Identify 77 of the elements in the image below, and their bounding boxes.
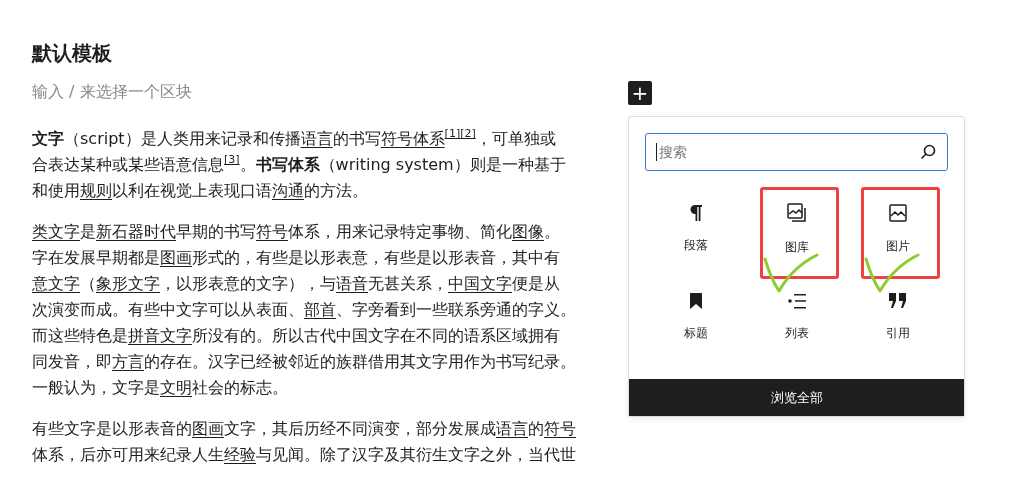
text-run: 一般认为，文字是 — [32, 377, 160, 399]
text-run: 无甚关系， — [368, 273, 448, 295]
text-run: （ — [80, 273, 96, 295]
footnote-link[interactable]: [3] — [224, 147, 240, 173]
text-run: 与见闻。除了汉字及其衍生文字之外，当代世 — [256, 444, 576, 466]
link[interactable]: 符号 — [544, 416, 576, 442]
text-run: 的方法。 — [304, 180, 368, 202]
link[interactable]: 经验 — [224, 442, 256, 468]
text-run: 早期的书写 — [176, 221, 256, 243]
link[interactable]: 新石器时代 — [96, 219, 176, 245]
footnote-link[interactable]: [2] — [460, 121, 476, 147]
text-run: 有些文字是以形表音的 — [32, 418, 192, 440]
text-run: 的 — [528, 418, 544, 440]
link[interactable]: 语言 — [300, 126, 333, 152]
gallery-icon — [786, 202, 807, 223]
link[interactable]: 规则 — [80, 178, 112, 204]
search-input[interactable]: 搜索 — [657, 144, 919, 160]
search-icon — [919, 143, 937, 161]
block-option[interactable]: 段落 — [645, 185, 746, 273]
text-run: 合表达某种或某些语意信息 — [32, 154, 224, 176]
list-icon — [787, 292, 806, 309]
text-run: 体系，后亦可用来纪录人生 — [32, 444, 224, 466]
text-run: 次演变而成。有些中文字可以从表面、 — [32, 299, 304, 321]
link[interactable]: 方言 — [112, 349, 144, 375]
bold-term: 文字 — [32, 128, 64, 150]
browse-all-button[interactable]: 浏览全部 — [629, 379, 964, 416]
quote-icon — [888, 292, 907, 309]
link[interactable]: 部首 — [304, 297, 336, 323]
link[interactable]: 图画 — [192, 416, 224, 442]
link[interactable]: 中国文字 — [448, 271, 512, 297]
link[interactable]: 语言 — [496, 416, 528, 442]
search-field[interactable]: 搜索 — [645, 133, 948, 171]
text-run: 。 — [239, 154, 256, 176]
text-run: 文字，其后历经不同演变，部分发展成 — [224, 418, 496, 440]
text-run: 便是从 — [512, 273, 560, 295]
text-run: 、字旁看到一些联系旁通的字义。 — [336, 299, 576, 321]
text-run: 而这些特色是 — [32, 325, 128, 347]
text-run: 同发音，即 — [32, 351, 112, 373]
link[interactable]: 象形文字 — [96, 271, 160, 297]
text-run: 社会的标志。 — [192, 377, 288, 399]
text-run: （writing system）则是一种基于 — [319, 154, 566, 176]
link[interactable]: 图画 — [160, 245, 192, 271]
text-run: 字在发展早期都是 — [32, 247, 160, 269]
block-option[interactable]: 图片 — [847, 185, 948, 273]
link[interactable]: 意文字 — [32, 271, 80, 297]
text-run: 形式的，有些是以形表意，有些是以形表音，其中有 — [192, 247, 560, 269]
bookmark-icon — [689, 292, 702, 309]
text-run: 的存在。汉字已经被邻近的族群借用其文字用作为书写纪录。 — [144, 351, 576, 373]
footnote-link[interactable]: [1] — [444, 121, 461, 147]
text-run: 体系，用来记录特定事物、简化 — [288, 221, 512, 243]
link[interactable]: 拼音文字 — [128, 323, 192, 349]
text-run: 的书写 — [332, 128, 381, 150]
link[interactable]: 文明 — [160, 375, 192, 401]
block-option[interactable]: 标题 — [645, 273, 746, 361]
text-run: 以利在视觉上表现口语 — [112, 180, 272, 202]
link[interactable]: 图像 — [512, 219, 544, 245]
bold-term: 书写体系 — [255, 154, 320, 176]
text-run: ，可单独或 — [475, 128, 556, 150]
add-block-button[interactable]: + — [628, 81, 652, 105]
block-placeholder[interactable]: 输入 / 来选择一个区块 — [32, 80, 192, 104]
link[interactable]: 符号 — [256, 219, 288, 245]
link[interactable]: 类文字 — [32, 219, 80, 245]
link[interactable]: 沟通 — [272, 178, 304, 204]
text-run: 所没有的。所以古代中国文字在不同的语系区域拥有 — [192, 325, 560, 347]
page-title: 默认模板 — [32, 40, 113, 67]
link[interactable]: 符号体系 — [380, 126, 445, 152]
text-run: 。 — [544, 221, 560, 243]
text-run: ，以形表意的文字），与 — [160, 273, 336, 295]
text-run: 和使用 — [32, 180, 80, 202]
block-option[interactable]: 图库 — [746, 185, 847, 273]
block-option[interactable]: 引用 — [847, 273, 948, 361]
text-run: （script）是人类用来记录和传播 — [64, 128, 301, 150]
image-icon — [888, 203, 907, 222]
link[interactable]: 语音 — [336, 271, 368, 297]
block-option[interactable]: 列表 — [746, 273, 847, 361]
text-run: 是 — [80, 221, 96, 243]
pilcrow-icon — [689, 204, 702, 221]
